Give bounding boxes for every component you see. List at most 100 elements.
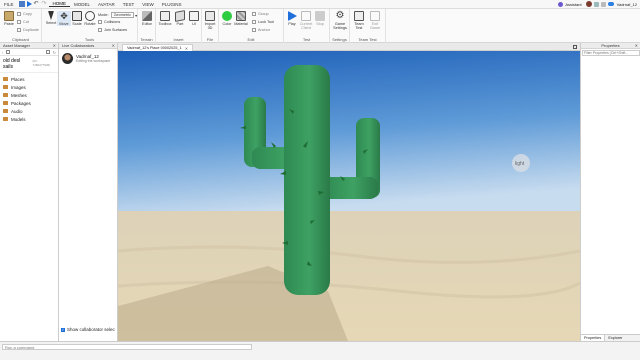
close-icon[interactable]: ✕ <box>185 46 188 51</box>
cube-icon <box>175 10 185 22</box>
mode-dropdown[interactable]: Geometric <box>110 12 135 18</box>
exit-game-button[interactable]: Exit Game <box>368 11 382 30</box>
folder-icon <box>3 101 8 105</box>
menu-plugins[interactable]: PLUGINS <box>158 2 186 7</box>
username[interactable]: Vadrnaf_12 <box>617 2 637 7</box>
asset-manager-header: Asset Manager ✕ <box>0 43 58 49</box>
current-client-button[interactable]: Current Client <box>299 11 313 30</box>
game-settings-button[interactable]: ⚙ Game Settings <box>333 11 347 31</box>
notifications-icon[interactable] <box>600 1 606 7</box>
menu-bar: FILE ↶ ↷ HOME MODEL AVATAR TEST VIEW PLU… <box>0 0 640 9</box>
command-input[interactable]: Run a command <box>2 344 252 350</box>
list-item[interactable]: Audio <box>0 107 58 115</box>
asset-toolbar: ‹ ↻ <box>0 49 58 56</box>
play-button[interactable]: Play <box>285 11 299 26</box>
copy-button[interactable]: Copy <box>17 12 32 16</box>
avatar <box>62 53 73 64</box>
rotate-icon <box>85 11 95 21</box>
edit-label: Edit <box>247 37 255 42</box>
insert-group: Toolbox Part UI Insert <box>156 9 202 43</box>
back-icon[interactable]: ‹ <box>2 50 3 55</box>
collaborator-status: Editing the workspace <box>76 59 111 63</box>
list-item[interactable]: Models <box>0 115 58 123</box>
show-selection-label: Show collaborator selec <box>67 327 115 332</box>
tab-place[interactable]: Vadrnaf_12's Place 00002025_1 ✕ <box>122 44 193 51</box>
cut-icon <box>17 20 21 24</box>
duplicate-button[interactable]: Duplicate <box>17 28 39 32</box>
join-surfaces-checkbox[interactable] <box>98 28 102 32</box>
cloud-icon[interactable] <box>607 2 614 6</box>
client-icon <box>301 11 311 21</box>
close-icon[interactable]: ✕ <box>53 43 56 49</box>
properties-tabs: Properties Explorer <box>581 334 640 341</box>
folder-icon <box>3 93 8 97</box>
list-item[interactable]: Meshes <box>0 91 58 99</box>
group-button[interactable]: Group <box>252 12 269 16</box>
show-selection-checkbox[interactable]: ✓ <box>61 327 65 332</box>
live-collaborators-panel: Live Collaborators ✕ Vadrnaf_12 Editing … <box>59 43 118 341</box>
menu-test[interactable]: TEST <box>119 2 139 7</box>
collaborator-row[interactable]: Vadrnaf_12 Editing the workspace <box>59 49 117 68</box>
cut-button[interactable]: Cut <box>17 20 29 24</box>
rotate-button[interactable]: Rotate <box>83 11 97 26</box>
upload-icon[interactable] <box>45 50 50 54</box>
terrain-editor-button[interactable]: Editor <box>140 11 154 26</box>
toolbox-button[interactable]: Toolbox <box>158 11 172 26</box>
share-icon[interactable] <box>593 1 599 7</box>
list-item[interactable]: Packages <box>0 99 58 107</box>
material-button[interactable]: Material <box>234 11 248 26</box>
assistant-button[interactable]: Assistant <box>565 2 581 7</box>
grid-view-icon[interactable] <box>6 50 11 54</box>
menu-home[interactable]: HOME <box>48 1 71 7</box>
anchor-button[interactable]: Anchor <box>252 28 270 32</box>
refresh-icon[interactable]: ↻ <box>53 50 56 55</box>
lock-icon <box>252 20 256 24</box>
3d-viewport[interactable]: light <box>118 51 580 341</box>
team-test-button[interactable]: Team Test <box>352 11 366 30</box>
list-item[interactable]: Images <box>0 83 58 91</box>
avatar[interactable] <box>585 1 592 7</box>
color-swatch-icon <box>222 11 232 21</box>
properties-header: Properties ✕ <box>581 43 640 49</box>
mode-selector[interactable]: Mode: Geometric ▾ <box>98 12 137 18</box>
join-surfaces-toggle[interactable]: Join Surfaces <box>98 28 127 32</box>
collaborators-header: Live Collaborators ✕ <box>59 43 117 49</box>
close-icon[interactable]: ✕ <box>635 43 638 49</box>
play-icon <box>288 11 297 21</box>
show-selection-row[interactable]: ✓ Show collaborator selec <box>61 327 115 332</box>
play-icon[interactable] <box>26 1 32 7</box>
scale-button[interactable]: Scale <box>70 11 84 26</box>
menu-avatar[interactable]: AVATAR <box>94 2 119 7</box>
stop-button[interactable]: Stop <box>313 11 327 26</box>
test-label: Test <box>302 37 311 42</box>
place-row[interactable]: old desl sails (ID: 7460277526) <box>0 56 58 73</box>
ui-button[interactable]: UI <box>187 11 201 26</box>
close-icon[interactable]: ✕ <box>112 43 115 49</box>
paste-button[interactable]: Paste <box>2 11 16 26</box>
color-button[interactable]: Color <box>220 11 234 26</box>
paste-icon <box>4 11 14 21</box>
collisions-checkbox[interactable] <box>98 20 102 24</box>
cactus-trunk <box>284 65 330 295</box>
menu-view[interactable]: VIEW <box>138 2 158 7</box>
redo-icon[interactable]: ↷ <box>42 1 48 7</box>
filter-properties-input[interactable] <box>582 50 640 56</box>
list-item[interactable]: Places <box>0 75 58 83</box>
undo-icon[interactable]: ↶ <box>34 1 40 7</box>
select-button[interactable]: Select <box>44 11 58 25</box>
tools-label: Tools <box>84 37 95 42</box>
edit-group: Color Material Group Lock Tool Anchor Ed… <box>219 9 284 43</box>
command-placeholder: Run a command <box>5 344 35 350</box>
lock-tool-button[interactable]: Lock Tool <box>252 20 274 24</box>
collisions-toggle[interactable]: Collisions <box>98 20 120 24</box>
save-icon[interactable] <box>18 1 25 7</box>
import-3d-button[interactable]: Import 3D <box>203 11 217 30</box>
team-test-icon <box>354 11 364 21</box>
properties-title: Properties <box>601 43 620 48</box>
part-button[interactable]: Part <box>173 10 187 26</box>
menu-file[interactable]: FILE <box>0 2 18 7</box>
assistant-icon[interactable] <box>558 1 564 7</box>
restore-icon[interactable] <box>573 45 577 49</box>
move-button[interactable]: ✥ Move <box>57 11 71 26</box>
menu-model[interactable]: MODEL <box>70 2 94 7</box>
